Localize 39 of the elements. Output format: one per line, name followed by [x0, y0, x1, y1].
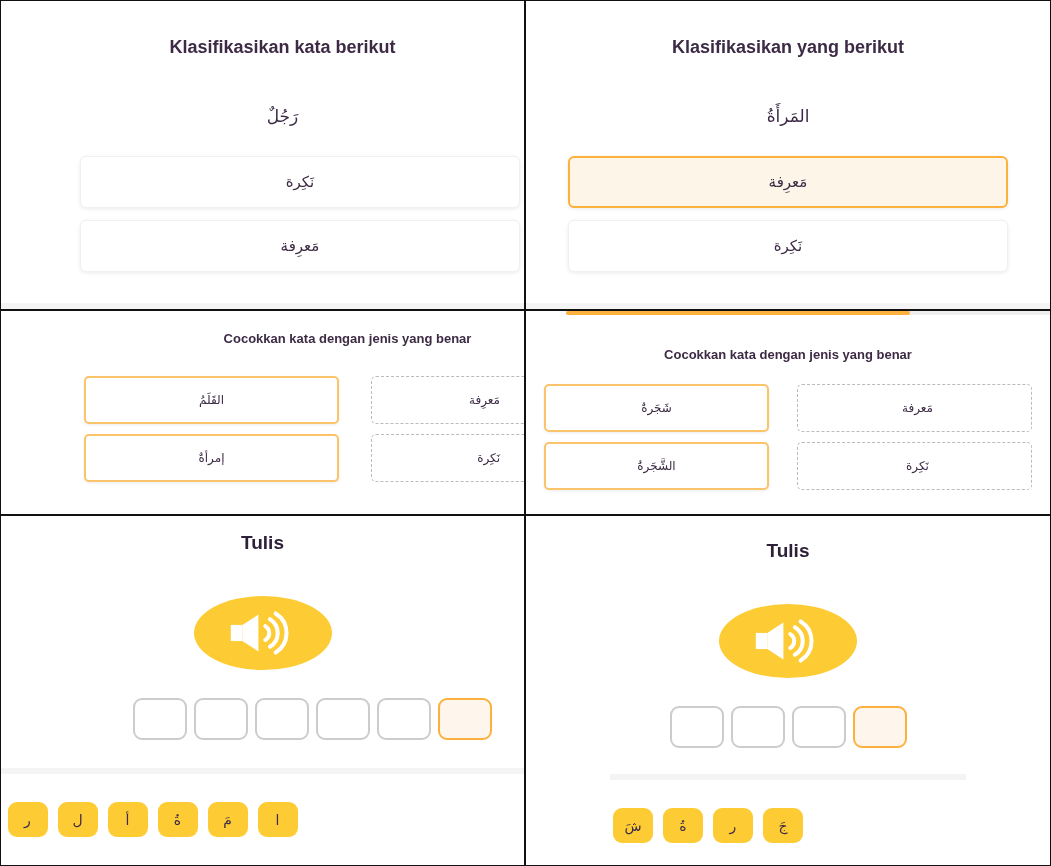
answer-option[interactable]: مَعرِفة [568, 156, 1008, 208]
question-title: Klasifikasikan kata berikut [169, 37, 396, 58]
drop-target[interactable]: مَعرفة [797, 384, 1032, 432]
letter-tile[interactable]: ر [7, 802, 48, 837]
word-card[interactable]: القَلَمُ [84, 376, 339, 424]
letter-slot[interactable] [255, 698, 309, 740]
letter-slot[interactable] [669, 706, 724, 748]
answer-option[interactable]: نَكِرة [80, 156, 520, 208]
drop-target[interactable]: نَكِرة [797, 442, 1032, 490]
question-title: Cocokkan kata dengan jenis yang benar [664, 347, 912, 362]
letter-slot[interactable] [730, 706, 785, 748]
letter-tile[interactable]: ل [57, 802, 98, 837]
letter-tile[interactable]: ةُ [663, 808, 703, 843]
drop-target[interactable]: نَكِرة [371, 434, 524, 482]
letter-slot[interactable] [852, 706, 907, 748]
arabic-word: رَجُلٌ [266, 106, 299, 126]
letter-tile[interactable]: شَ [613, 808, 653, 843]
answer-option[interactable]: نَكِرة [568, 220, 1008, 272]
letter-slot[interactable] [377, 698, 431, 740]
question-title: Tulis [766, 540, 810, 562]
question-title: Klasifikasikan yang berikut [671, 37, 905, 58]
question-title: Cocokkan kata dengan jenis yang benar [223, 331, 472, 346]
letter-slot[interactable] [316, 698, 370, 740]
letter-tile[interactable]: أ [107, 802, 148, 837]
word-card[interactable]: الشَّجَرةُ [544, 442, 769, 490]
letter-tile[interactable]: ةُ [157, 802, 198, 837]
letter-slot[interactable] [791, 706, 846, 748]
letter-tile[interactable]: ا [257, 802, 298, 837]
answer-option[interactable]: مَعرِفة [80, 220, 520, 272]
word-card[interactable]: إمرأةٌ [84, 434, 339, 482]
drop-target[interactable]: مَعرِفة [371, 376, 524, 424]
letter-slot[interactable] [438, 698, 492, 740]
letter-tile[interactable]: ر [713, 808, 753, 843]
letter-slot[interactable] [194, 698, 248, 740]
letter-slot[interactable] [133, 698, 187, 740]
word-card[interactable]: شَجَرةٌ [544, 384, 769, 432]
letter-tile[interactable]: جَ [763, 808, 803, 843]
letter-tile[interactable]: مَ [207, 802, 248, 837]
question-title: Tulis [241, 532, 284, 554]
